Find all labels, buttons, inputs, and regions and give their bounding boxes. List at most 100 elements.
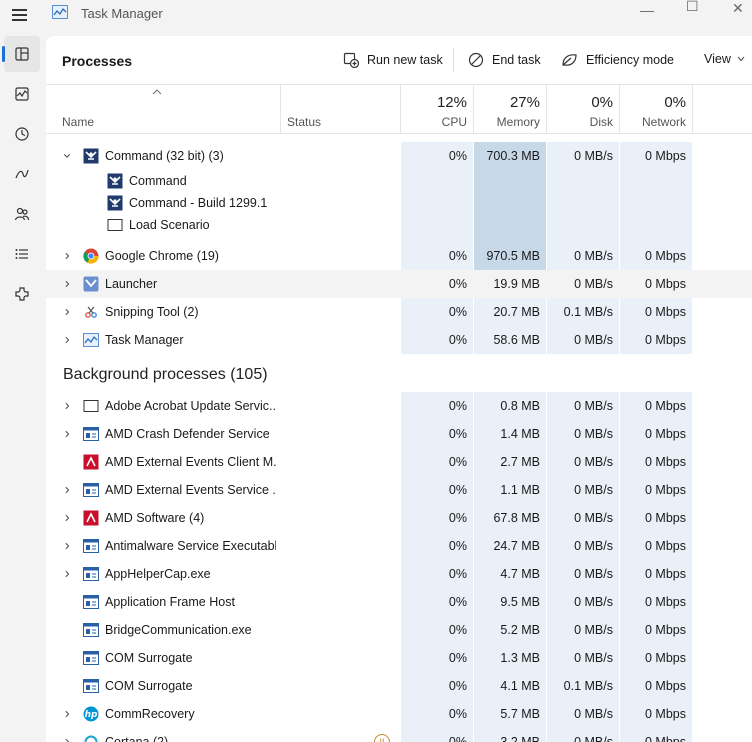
column-divider[interactable] (692, 85, 693, 133)
nav-services[interactable] (4, 276, 40, 312)
column-status[interactable]: Status (287, 115, 321, 129)
process-row[interactable]: Snipping Tool (2) 0% 20.7 MB 0.1 MB/s 0 Mbps (46, 298, 752, 326)
chevron-right-icon[interactable] (63, 429, 71, 439)
process-row[interactable]: BridgeCommunication.exe 0% 5.2 MB 0 MB/s 0 M… (46, 616, 752, 644)
process-row[interactable]: Application Frame Host 0% 9.5 MB 0 MB/s 0 Mb… (46, 588, 752, 616)
disk-value: 0 MB/s (574, 651, 613, 665)
process-row[interactable]: AMD External Events Service ... 0% 1.1 MB 0… (46, 476, 752, 504)
chevron-right-icon[interactable] (63, 307, 71, 317)
process-list: Command (32 bit) (3) 0% 700.3 MB 0 MB/s 0 Mb… (46, 134, 752, 742)
chevron-right-icon[interactable] (63, 513, 71, 523)
column-disk[interactable]: 0% Disk (547, 85, 619, 133)
disk-value: 0 MB/s (574, 149, 613, 163)
process-row[interactable]: COM Surrogate 0% 4.1 MB 0.1 MB/s 0 Mbps (46, 672, 752, 700)
window-icon (83, 400, 99, 412)
process-row[interactable]: COM Surrogate 0% 1.3 MB 0 MB/s 0 Mbps (46, 644, 752, 672)
process-row[interactable]: hp CommRecovery 0% 5.7 MB 0 MB/s 0 Mbps (46, 700, 752, 728)
run-new-task-label: Run new task (367, 53, 443, 67)
cpu-value: 0% (448, 735, 467, 742)
cpu-value: 0% (448, 455, 467, 469)
process-row[interactable]: Task Manager 0% 58.6 MB 0 MB/s 0 Mbps (46, 326, 752, 354)
memory-value: 1.3 MB (500, 651, 540, 665)
child-process-row[interactable]: Command (46, 170, 752, 192)
end-task-label: End task (492, 53, 541, 67)
process-row[interactable]: Adobe Acrobat Update Servic... 0% 0.8 MB 0 … (46, 392, 752, 420)
process-row[interactable]: Antimalware Service Executable 0% 24.7 MB 0… (46, 532, 752, 560)
view-menu-button[interactable]: View (704, 52, 745, 66)
chevron-right-icon[interactable] (63, 485, 71, 495)
chrome-icon (83, 248, 99, 264)
process-name: AMD Software (4) (105, 511, 205, 525)
sort-ascending-icon[interactable] (152, 89, 162, 95)
process-name: Google Chrome (19) (105, 249, 219, 263)
disk-value: 0 MB/s (574, 333, 613, 347)
child-process-row[interactable]: Load Scenario (46, 214, 752, 236)
column-network[interactable]: 0% Network (620, 85, 692, 133)
chevron-right-icon[interactable] (63, 541, 71, 551)
process-name: Antimalware Service Executable (105, 539, 276, 553)
nav-processes[interactable] (2, 36, 40, 72)
column-memory[interactable]: 27% Memory (474, 85, 546, 133)
process-row[interactable]: AMD Crash Defender Service 0% 1.4 MB 0 MB/s… (46, 420, 752, 448)
column-divider[interactable] (280, 85, 281, 133)
disk-value: 0 MB/s (574, 277, 613, 291)
close-button[interactable]: ✕ (732, 0, 744, 17)
disk-value: 0 MB/s (574, 483, 613, 497)
network-value: 0 Mbps (645, 305, 686, 319)
chevron-right-icon[interactable] (63, 335, 71, 345)
cpu-value: 0% (448, 399, 467, 413)
nav-performance[interactable] (4, 76, 40, 112)
process-name: AMD External Events Service ... (105, 483, 276, 497)
chevron-right-icon[interactable] (63, 401, 71, 411)
command-icon (107, 173, 123, 189)
nav-users[interactable] (4, 196, 40, 232)
process-name: CommRecovery (105, 707, 195, 721)
network-value: 0 Mbps (645, 427, 686, 441)
chevron-right-icon[interactable] (63, 251, 71, 261)
process-row[interactable]: Command (32 bit) (3) 0% 700.3 MB 0 MB/s 0 Mb… (46, 142, 752, 170)
cpu-value: 0% (448, 623, 467, 637)
network-value: 0 Mbps (645, 249, 686, 263)
process-row[interactable]: Cortana (2) 0% 3.2 MB 0 MB/s 0 Mbps II (46, 728, 752, 742)
chevron-right-icon[interactable] (63, 709, 71, 719)
network-value: 0 Mbps (645, 539, 686, 553)
memory-value: 9.5 MB (500, 595, 540, 609)
process-row[interactable]: AppHelperCap.exe 0% 4.7 MB 0 MB/s 0 Mbps (46, 560, 752, 588)
cpu-value: 0% (448, 651, 467, 665)
maximize-button[interactable]: ☐ (686, 0, 699, 15)
nav-details[interactable] (4, 236, 40, 272)
command-icon (83, 148, 99, 164)
end-task-button[interactable]: End task (468, 52, 541, 68)
disk-value: 0.1 MB/s (563, 679, 613, 693)
process-row[interactable]: AMD Software (4) 0% 67.8 MB 0 MB/s 0 Mbps (46, 504, 752, 532)
column-name[interactable]: Name (62, 115, 94, 129)
memory-value: 20.7 MB (493, 305, 540, 319)
chevron-right-icon[interactable] (63, 279, 71, 289)
network-value: 0 Mbps (645, 455, 686, 469)
nav-app-history[interactable] (4, 116, 40, 152)
memory-value: 3.2 MB (500, 735, 540, 742)
chevron-right-icon[interactable] (63, 569, 71, 579)
run-new-task-icon (343, 52, 359, 68)
process-row[interactable]: Google Chrome (19) 0% 970.5 MB 0 MB/s 0 Mbps (46, 242, 752, 270)
process-row[interactable]: Launcher 0% 19.9 MB 0 MB/s 0 Mbps (46, 270, 752, 298)
run-new-task-button[interactable]: Run new task (343, 52, 443, 68)
service-icon (83, 623, 99, 637)
column-cpu[interactable]: 12% CPU (401, 85, 473, 133)
hamburger-menu-icon[interactable] (10, 6, 32, 24)
nav-startup-apps[interactable] (4, 156, 40, 192)
service-icon (83, 539, 99, 553)
chevron-down-icon[interactable] (63, 151, 71, 161)
service-icon (83, 679, 99, 693)
cpu-label: CPU (441, 115, 467, 129)
efficiency-mode-button[interactable]: Efficiency mode (561, 52, 674, 68)
minimize-button[interactable]: — (640, 2, 654, 18)
memory-value: 4.7 MB (500, 567, 540, 581)
leaf-icon (562, 54, 577, 66)
details-icon (15, 249, 28, 259)
chevron-right-icon[interactable] (63, 737, 71, 742)
cpu-value: 0% (448, 333, 467, 347)
main-panel: Processes Run new task End task Efficien… (46, 36, 752, 742)
process-row[interactable]: AMD External Events Client M... 0% 2.7 MB 0… (46, 448, 752, 476)
child-process-row[interactable]: Command - Build 1299.1 (46, 192, 752, 214)
